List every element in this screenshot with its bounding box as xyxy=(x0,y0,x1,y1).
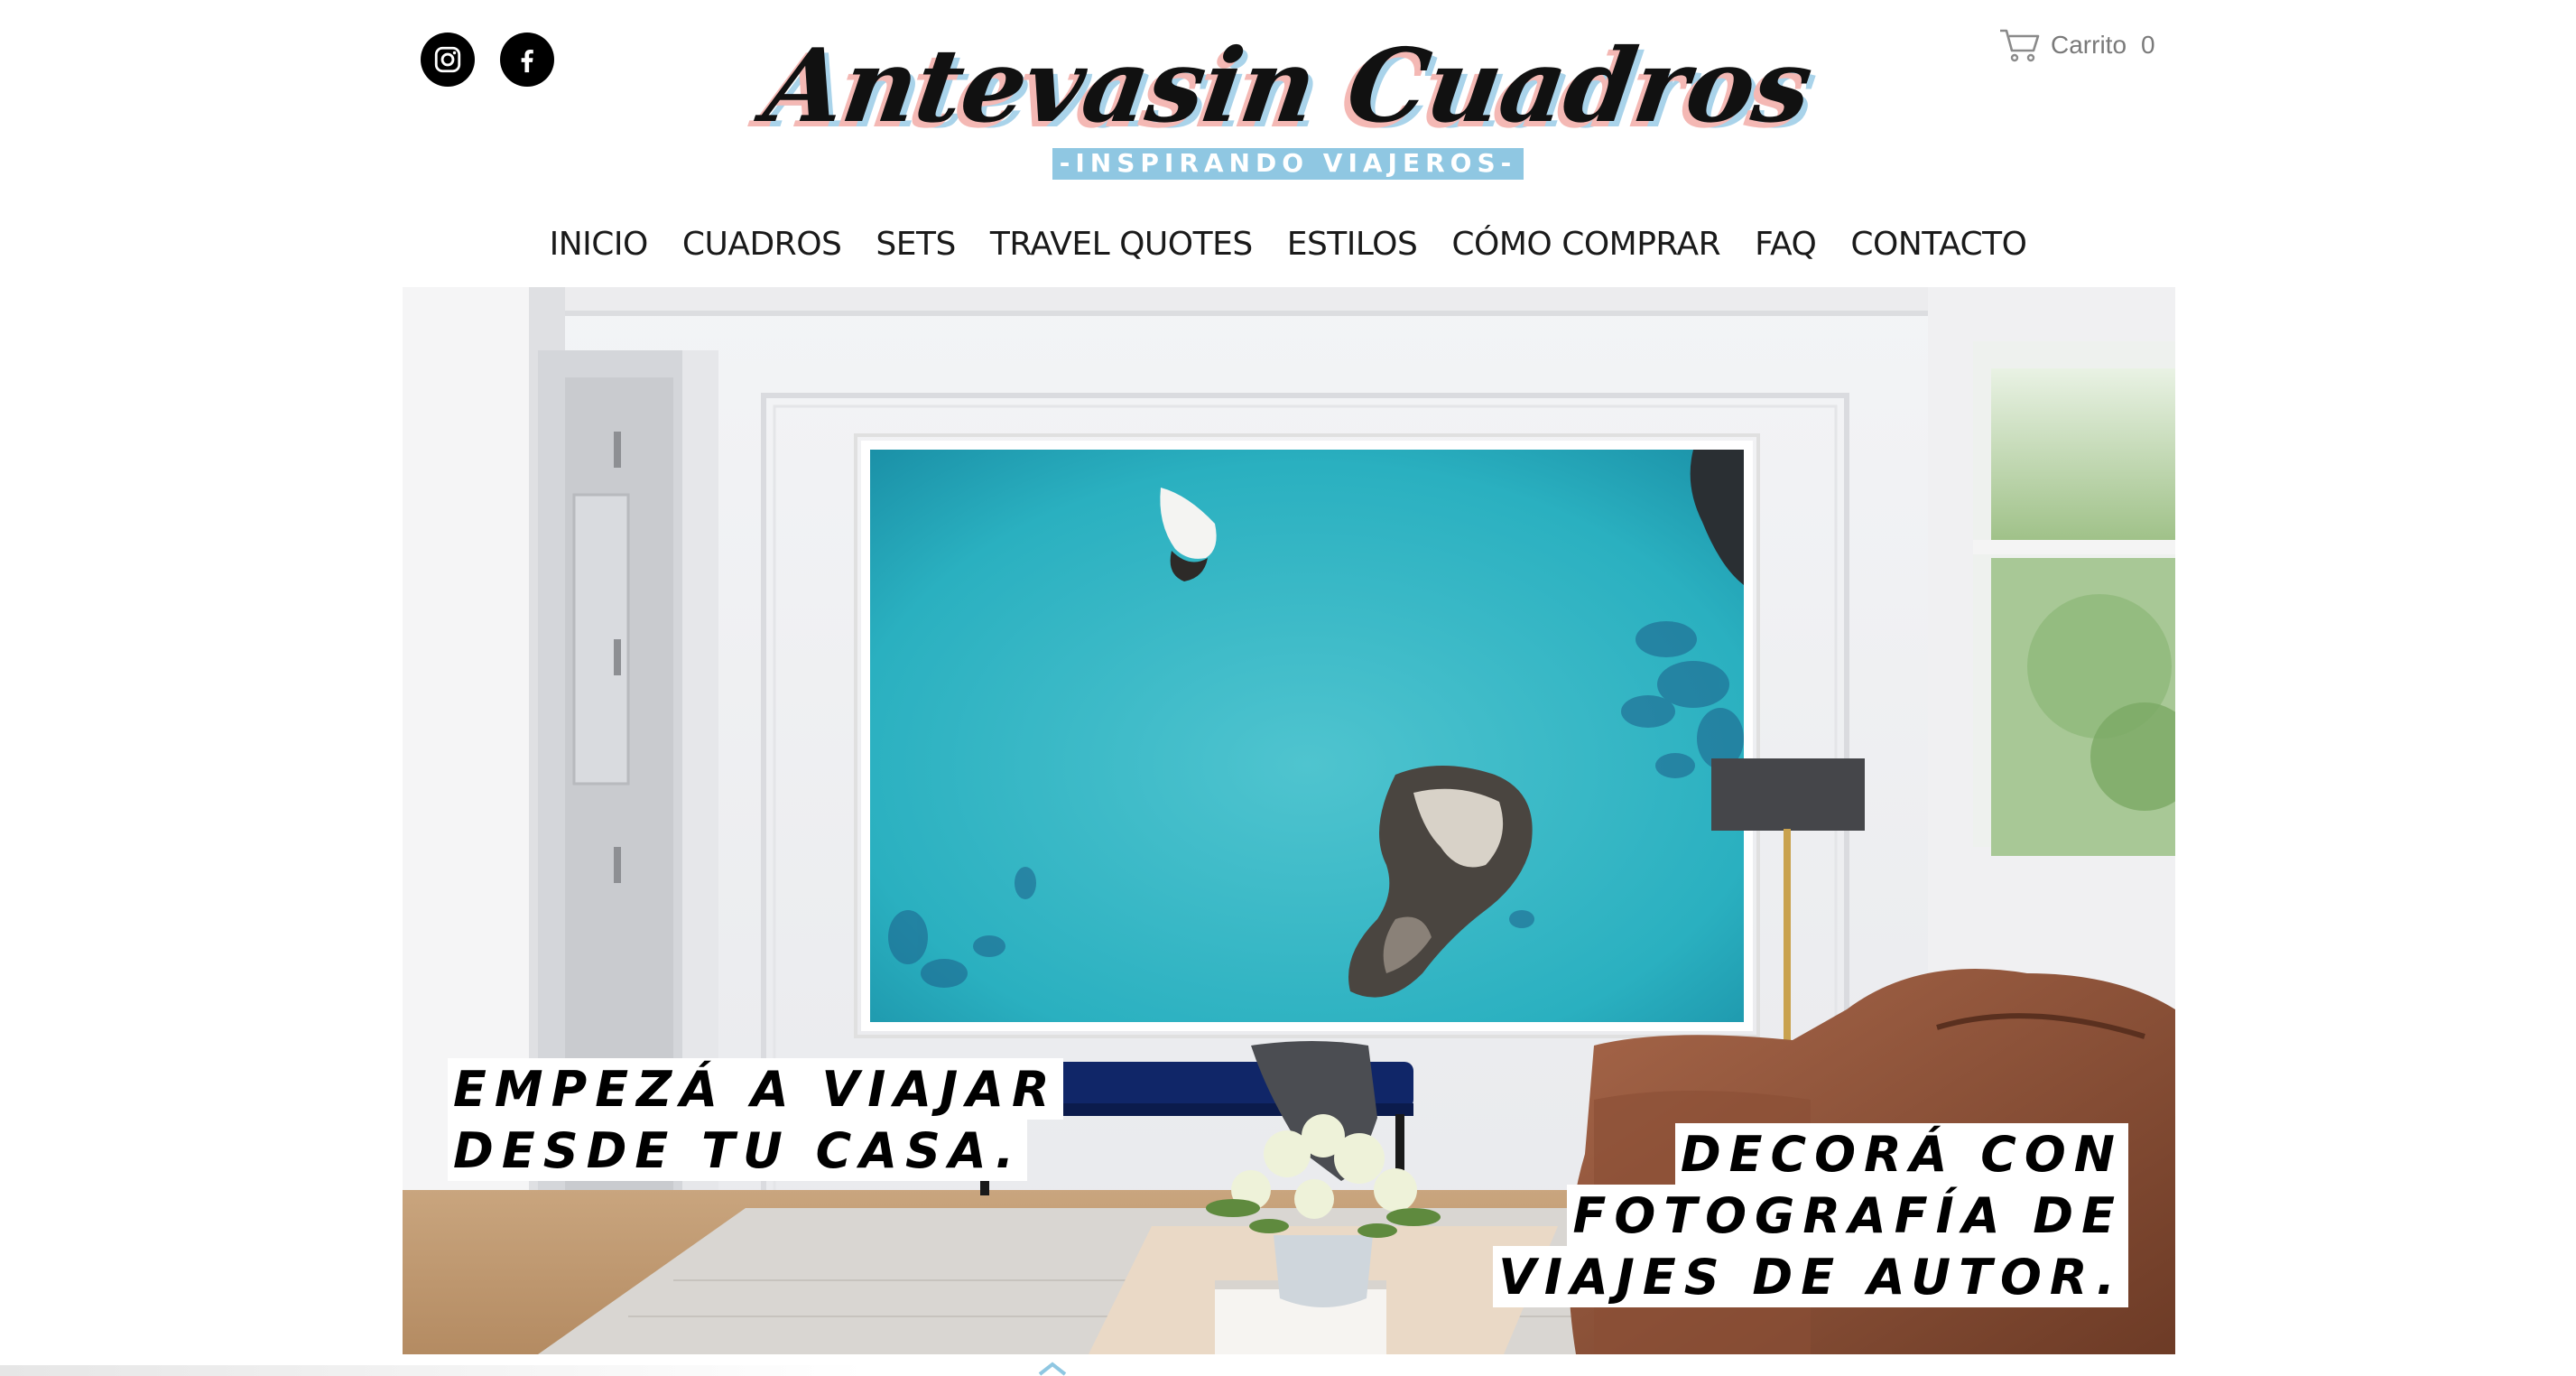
chevron-up-icon[interactable] xyxy=(1036,1362,1069,1376)
nav-item-como-comprar[interactable]: CÓMO COMPRAR xyxy=(1451,226,1720,263)
hero-caption-left-line1: EMPEZÁ A VIAJAR xyxy=(448,1058,1063,1120)
hero-caption-right-line2: FOTOGRAFÍA DE xyxy=(1567,1185,2128,1246)
site-logo[interactable]: Antevasin Cuadros -INSPIRANDO VIAJEROS- xyxy=(0,27,2576,180)
nav-item-estilos[interactable]: ESTILOS xyxy=(1287,226,1418,263)
hero-caption-right: DECORÁ CON FOTOGRAFÍA DE VIAJES DE AUTOR… xyxy=(1493,1123,2128,1307)
nav-item-contacto[interactable]: CONTACTO xyxy=(1850,226,2027,263)
brand-tagline: -INSPIRANDO VIAJEROS- xyxy=(1052,148,1524,180)
hero-caption-left: EMPEZÁ A VIAJAR DESDE TU CASA. xyxy=(448,1058,1063,1181)
hero-banner: EMPEZÁ A VIAJAR DESDE TU CASA. DECORÁ CO… xyxy=(403,287,2175,1354)
bottom-shadow xyxy=(0,1365,866,1376)
hero-caption-left-line2: DESDE TU CASA. xyxy=(448,1120,1028,1181)
main-nav: INICIO CUADROS SETS TRAVEL QUOTES ESTILO… xyxy=(0,226,2576,263)
nav-item-faq[interactable]: FAQ xyxy=(1755,226,1817,263)
nav-item-sets[interactable]: SETS xyxy=(876,226,956,263)
nav-item-travel-quotes[interactable]: TRAVEL QUOTES xyxy=(990,226,1253,263)
hero-caption-right-line1: DECORÁ CON xyxy=(1674,1123,2128,1185)
brand-title: Antevasin Cuadros xyxy=(757,27,1819,145)
nav-item-cuadros[interactable]: CUADROS xyxy=(682,226,842,263)
nav-item-inicio[interactable]: INICIO xyxy=(550,226,649,263)
hero-caption-right-line3: VIAJES DE AUTOR. xyxy=(1493,1246,2128,1307)
